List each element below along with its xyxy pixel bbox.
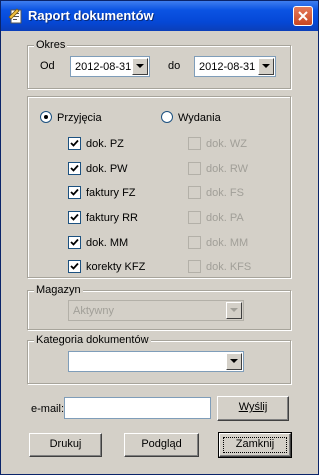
checkmark-icon [70, 188, 79, 196]
radio-selected-dot [44, 115, 48, 119]
checkbox-label: dok. KFS [206, 261, 252, 273]
checkbox-label: faktury RR [86, 212, 138, 224]
to-label: do [168, 60, 181, 72]
issues-radio-label: Wydania [178, 112, 221, 124]
checkbox-faktury-rr[interactable]: faktury RR [68, 211, 168, 225]
checkbox-dok-mm[interactable]: dok. MM [68, 236, 168, 250]
email-input[interactable] [64, 397, 211, 419]
checkbox-label: korekty KFZ [86, 261, 146, 273]
checkbox-faktury-fz[interactable]: faktury FZ [68, 186, 168, 200]
send-button-label: Wyślij [238, 401, 268, 413]
receipts-radio-label: Przyjęcia [57, 112, 102, 124]
checkbox-dok-pz[interactable]: dok. PZ [68, 137, 168, 151]
chevron-down-icon [230, 359, 238, 363]
warehouse-dropdown-button[interactable] [226, 302, 242, 319]
checkbox-label: dok. FS [206, 187, 244, 199]
close-button[interactable]: Zamknij [218, 432, 292, 458]
category-legend: Kategoria dokumentów [34, 333, 151, 347]
checkbox-label: faktury FZ [86, 187, 136, 199]
close-button-label: Zamknij [235, 438, 275, 450]
email-label: e-mail: [31, 403, 65, 415]
period-legend: Okres [34, 38, 68, 52]
report-icon [8, 8, 22, 24]
checkbox-label: dok. PA [206, 212, 244, 224]
to-date-value: 2012-08-31 [199, 61, 256, 73]
checkbox-korekty-kfz[interactable]: korekty KFZ [68, 260, 168, 274]
report-dialog: Raport dokumentów Okres Od 2012-08-31 do… [0, 0, 319, 475]
from-label: Od [40, 60, 55, 72]
title-bar[interactable]: Raport dokumentów [1, 1, 318, 31]
print-button[interactable]: Drukuj [29, 433, 102, 457]
checkmark-icon [70, 213, 79, 221]
from-date-value: 2012-08-31 [75, 61, 132, 73]
category-select[interactable] [68, 351, 244, 372]
checkbox-dok-fs[interactable]: dok. FS [188, 186, 278, 200]
send-button[interactable]: Wyślij [217, 396, 289, 421]
checkbox-label: dok. WZ [206, 138, 247, 150]
checkbox-dok-rw[interactable]: dok. RW [188, 162, 278, 176]
to-date-dropdown-button[interactable] [258, 58, 274, 75]
checkmark-icon [70, 262, 79, 270]
chevron-down-icon [230, 308, 238, 312]
checkbox-label: dok. MM [206, 237, 249, 249]
issues-radio[interactable]: Wydania [161, 111, 241, 125]
checkbox-dok-wz[interactable]: dok. WZ [188, 137, 278, 151]
from-date-picker[interactable]: 2012-08-31 [70, 56, 150, 77]
checkmark-icon [70, 238, 79, 246]
preview-button[interactable]: Podgląd [124, 433, 199, 457]
checkbox-dok-pa[interactable]: dok. PA [188, 211, 278, 225]
chevron-down-icon [262, 64, 270, 68]
preview-button-label: Podgląd [141, 438, 182, 450]
checkbox-dok-mm-issues[interactable]: dok. MM [188, 236, 278, 250]
warehouse-select[interactable]: Aktywny [68, 300, 244, 321]
from-date-dropdown-button[interactable] [132, 58, 148, 75]
close-window-button[interactable] [293, 6, 313, 26]
checkmark-icon [70, 139, 79, 147]
checkbox-label: dok. RW [206, 163, 248, 175]
window-title: Raport dokumentów [28, 8, 154, 23]
checkbox-label: dok. PW [86, 163, 128, 175]
receipts-radio[interactable]: Przyjęcia [40, 111, 120, 125]
print-button-label: Drukuj [49, 438, 82, 450]
checkbox-dok-pw[interactable]: dok. PW [68, 162, 168, 176]
checkbox-label: dok. PZ [86, 138, 124, 150]
checkbox-dok-kfs[interactable]: dok. KFS [188, 260, 278, 274]
checkmark-icon [70, 164, 79, 172]
warehouse-value: Aktywny [73, 305, 114, 317]
to-date-picker[interactable]: 2012-08-31 [194, 56, 276, 77]
chevron-down-icon [136, 64, 144, 68]
checkbox-label: dok. MM [86, 237, 129, 249]
close-icon [298, 11, 308, 21]
category-dropdown-button[interactable] [226, 353, 242, 370]
warehouse-legend: Magazyn [34, 283, 83, 297]
